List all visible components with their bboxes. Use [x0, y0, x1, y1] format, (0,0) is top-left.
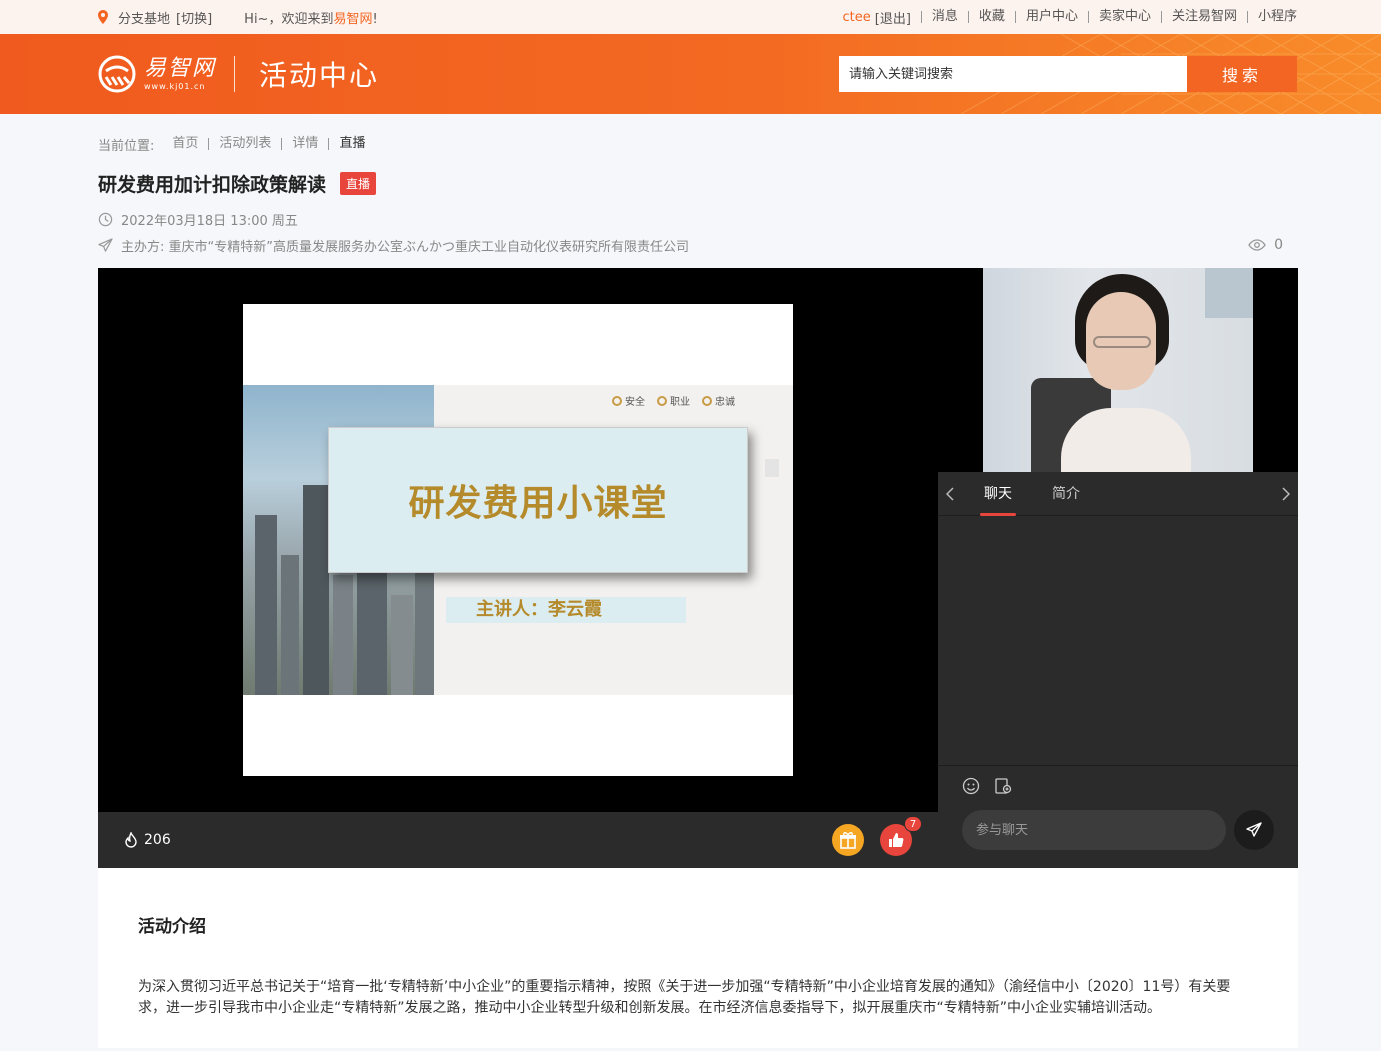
gift-button[interactable] — [832, 824, 864, 856]
chat-tools — [938, 766, 1298, 810]
player-sidebar: 聊天 简介 — [938, 268, 1298, 868]
send-message-button[interactable] — [1234, 810, 1274, 850]
breadcrumb-current: 直播 — [328, 137, 375, 150]
breadcrumb-label: 当前位置: — [98, 138, 155, 154]
emoji-icon[interactable] — [962, 777, 980, 799]
seller-center-link[interactable]: 卖家中心 — [1087, 10, 1161, 23]
search-button[interactable]: 搜索 — [1187, 56, 1297, 92]
video-area[interactable]: 安全 职业 忠诚 研发费用小课堂 主讲人：李云霞 206 7 — [98, 268, 938, 868]
heat-count: 206 — [124, 832, 171, 848]
location-label: 分支基地 — [118, 11, 171, 27]
favorites-link[interactable]: 收藏 — [967, 10, 1015, 23]
speaker-camera — [938, 268, 1298, 472]
event-datetime: 2022年03月18日 13:00 周五 — [121, 213, 298, 229]
logout-link[interactable]: [退出] — [875, 8, 921, 27]
like-button[interactable]: 7 — [880, 816, 922, 856]
brand-link[interactable]: 易智网 — [333, 12, 372, 27]
slide-speaker: 主讲人：李云霞 — [446, 597, 686, 623]
event-organizer: 主办方: 重庆市“专精特新”高质量发展服务办公室ぶんかつ重庆工业自动化仪表研究所… — [121, 239, 689, 255]
gift-icon — [840, 832, 856, 849]
image-upload-icon[interactable] — [994, 777, 1012, 799]
thumbs-up-icon — [889, 833, 904, 847]
player-controls: 206 7 — [98, 812, 938, 868]
clock-icon — [98, 212, 113, 226]
paper-plane-icon — [1246, 822, 1262, 837]
slide-title-card: 研发费用小课堂 — [328, 427, 748, 573]
logo-mark-icon — [98, 55, 136, 93]
search-input[interactable] — [839, 56, 1187, 92]
top-bar: 分支基地 [切换] Hi~，欢迎来到易智网! ctee [退出] 消息 收藏 用… — [0, 0, 1381, 34]
like-count-badge: 7 — [904, 816, 922, 832]
view-count: 0 — [1248, 237, 1283, 253]
username-link[interactable]: ctee — [843, 10, 875, 25]
chat-message-list[interactable] — [938, 516, 1298, 766]
search-box: 搜索 — [839, 56, 1297, 92]
breadcrumb-detail[interactable]: 详情 — [281, 137, 328, 150]
presentation-slide: 安全 职业 忠诚 研发费用小课堂 主讲人：李云霞 — [243, 304, 793, 776]
chat-compose — [938, 810, 1298, 868]
messages-link[interactable]: 消息 — [920, 10, 968, 23]
breadcrumb: 当前位置: 首页 活动列表 详情 直播 — [0, 114, 1381, 158]
switch-location-link[interactable]: [切换] — [176, 8, 212, 27]
event-meta: 2022年03月18日 13:00 周五 主办方: 重庆市“专精特新”高质量发展… — [0, 206, 1381, 258]
tab-intro[interactable]: 简介 — [1050, 472, 1082, 516]
intro-heading: 活动介绍 — [138, 917, 206, 937]
location-pin-icon — [98, 10, 108, 24]
send-icon — [98, 237, 113, 252]
header: 易智网 www.kj01.cn 活动中心 搜索 — [0, 34, 1381, 114]
sidebar-tabs: 聊天 简介 — [938, 472, 1298, 516]
slide-tags: 安全 职业 忠诚 — [612, 393, 735, 408]
flame-icon — [125, 832, 137, 848]
site-logo[interactable]: 易智网 www.kj01.cn 活动中心 — [98, 54, 379, 94]
tab-chat[interactable]: 聊天 — [980, 472, 1016, 516]
event-title: 研发费用加计扣除政策解读 — [98, 173, 327, 196]
chat-input[interactable] — [962, 810, 1226, 850]
follow-link[interactable]: 关注易智网 — [1160, 10, 1247, 23]
intro-body: 为深入贯彻习近平总书记关于“培育一批‘专精特新’中小企业”的重要指示精神，按照《… — [138, 979, 1231, 1016]
live-player: 安全 职业 忠诚 研发费用小课堂 主讲人：李云霞 206 7 聊天 简介 参与聊… — [98, 268, 1298, 868]
mini-program-link[interactable]: 小程序 — [1246, 10, 1297, 23]
live-badge: 直播 — [340, 171, 377, 195]
user-center-link[interactable]: 用户中心 — [1014, 10, 1088, 23]
breadcrumb-activity-list[interactable]: 活动列表 — [208, 137, 281, 150]
slide-heading: 研发费用小课堂 — [408, 483, 668, 524]
logo-url: www.kj01.cn — [144, 81, 206, 91]
breadcrumb-home[interactable]: 首页 — [172, 137, 208, 150]
welcome-text: Hi~，欢迎来到易智网! — [244, 11, 378, 27]
chevron-right-icon[interactable] — [1274, 486, 1298, 501]
activity-intro: 活动介绍 为深入贯彻习近平总书记关于“培育一批‘专精特新’中小企业”的重要指示精… — [98, 868, 1298, 1048]
chevron-left-icon[interactable] — [938, 486, 962, 501]
section-title: 活动中心 — [259, 59, 380, 92]
logo-divider — [234, 56, 236, 92]
logo-text: 易智网 — [144, 55, 217, 81]
eye-icon — [1248, 239, 1266, 251]
